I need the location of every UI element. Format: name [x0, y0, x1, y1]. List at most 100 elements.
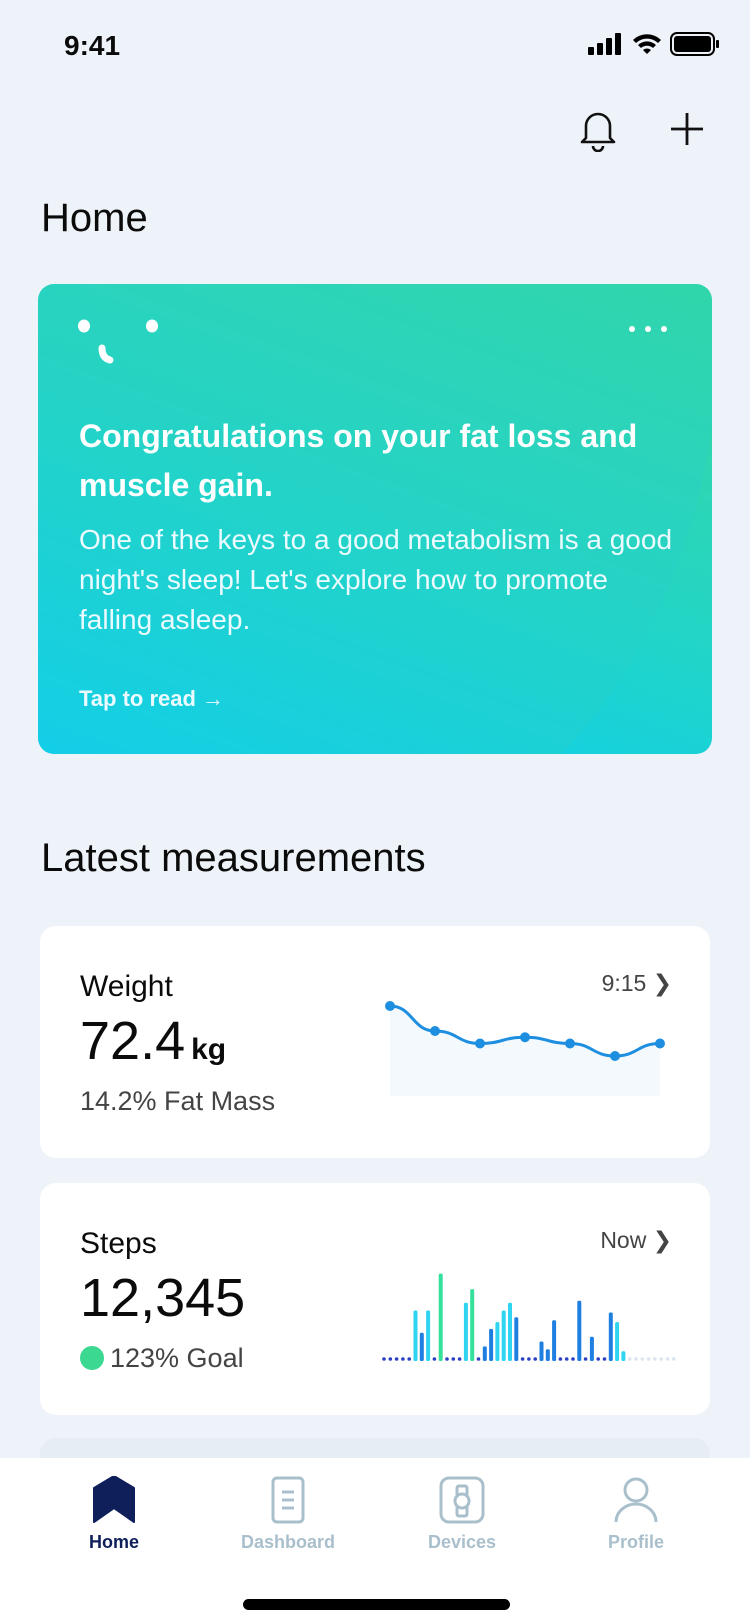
steps-time-text: Now — [600, 1227, 647, 1253]
steps-idle-dot — [527, 1357, 531, 1361]
steps-bar — [419, 1332, 424, 1361]
weight-point — [385, 1001, 395, 1011]
steps-bar — [501, 1310, 506, 1361]
steps-idle-dot — [407, 1357, 411, 1361]
steps-chart — [382, 1273, 676, 1361]
steps-bar — [413, 1310, 418, 1361]
section-title: Latest measurements — [41, 836, 426, 880]
steps-bar — [589, 1336, 594, 1361]
hero-card[interactable]: Congratulations on your fat loss and mus… — [38, 284, 712, 754]
battery-icon — [670, 32, 719, 56]
tab-profile[interactable]: Profile — [561, 1476, 711, 1553]
steps-card[interactable]: Steps 12,345 123% Goal Now ❯ — [40, 1183, 710, 1415]
tab-home[interactable]: Home — [39, 1476, 189, 1553]
weight-time: 9:15 ❯ — [602, 970, 672, 997]
steps-idle-dot — [602, 1357, 607, 1361]
home-indicator — [243, 1599, 510, 1610]
steps-future-dot — [659, 1357, 663, 1361]
steps-future-dot — [653, 1357, 657, 1361]
steps-bar — [489, 1328, 494, 1361]
wifi-icon — [633, 34, 661, 54]
steps-bar — [495, 1322, 500, 1361]
steps-time: Now ❯ — [600, 1227, 672, 1254]
weight-point — [655, 1038, 665, 1049]
steps-idle-dot — [401, 1357, 405, 1361]
signal-icon — [588, 33, 621, 55]
steps-idle-dot — [382, 1357, 386, 1361]
steps-idle-dot — [394, 1357, 399, 1361]
steps-idle-dot — [451, 1357, 456, 1361]
tap-to-read-link[interactable]: Tap to read → — [79, 686, 224, 712]
steps-goal: 123% Goal — [80, 1343, 244, 1374]
weight-label: Weight — [80, 970, 173, 1003]
steps-future-dot — [672, 1357, 676, 1361]
fat-mass: 14.2% Fat Mass — [80, 1086, 276, 1116]
plus-icon[interactable] — [668, 110, 706, 148]
steps-idle-dot — [583, 1357, 588, 1361]
tab-devices[interactable]: Devices — [387, 1476, 537, 1553]
weight-number: 72.4 — [80, 1011, 186, 1071]
tab-profile-label: Profile — [607, 1532, 664, 1552]
bell-icon[interactable] — [578, 106, 618, 152]
weight-point — [430, 1026, 440, 1036]
steps-idle-dot — [476, 1357, 481, 1361]
more-icon[interactable] — [628, 324, 668, 334]
steps-bar — [514, 1317, 519, 1361]
steps-bar — [615, 1322, 620, 1361]
weight-point — [520, 1032, 530, 1043]
steps-bar — [577, 1300, 582, 1361]
steps-idle-dot — [520, 1357, 525, 1361]
home-icon — [93, 1476, 135, 1523]
steps-bar — [438, 1273, 443, 1361]
chevron-right-icon: ❯ — [652, 970, 672, 996]
devices-watch-icon — [439, 1476, 485, 1524]
steps-bar — [621, 1351, 626, 1361]
tab-home-label: Home — [88, 1532, 139, 1552]
steps-bar — [545, 1349, 550, 1361]
weight-card[interactable]: Weight 72.4 kg 14.2% Fat Mass 9:15 ❯ — [40, 926, 710, 1158]
steps-future-dot — [634, 1357, 638, 1361]
tab-dashboard[interactable]: Dashboard — [213, 1476, 363, 1553]
steps-bar — [508, 1302, 512, 1361]
steps-future-dot — [640, 1357, 645, 1361]
tab-devices-label: Devices — [427, 1532, 497, 1552]
weight-unit: kg — [191, 1033, 227, 1066]
chevron-right-icon: ❯ — [652, 1227, 672, 1253]
weight-value: 72.4 kg — [80, 1010, 226, 1072]
weight-point — [475, 1038, 485, 1049]
weight-trend-area — [390, 1006, 660, 1096]
steps-bar — [552, 1320, 557, 1361]
weight-time-text: 9:15 — [601, 970, 647, 996]
steps-bar — [482, 1346, 487, 1361]
steps-goal-text: 123% Goal — [110, 1343, 244, 1373]
profile-icon — [614, 1477, 658, 1523]
page-title: Home — [41, 196, 148, 240]
steps-idle-dot — [558, 1357, 563, 1361]
dashboard-icon — [271, 1476, 305, 1524]
status-icons — [588, 32, 720, 56]
steps-idle-dot — [432, 1357, 437, 1361]
weight-trend-chart — [385, 1001, 665, 1096]
goal-dot-icon — [80, 1346, 104, 1370]
tab-dashboard-label: Dashboard — [240, 1532, 336, 1552]
steps-value: 12,345 — [80, 1268, 246, 1328]
steps-future-dot — [665, 1357, 670, 1361]
steps-label: Steps — [80, 1227, 157, 1260]
steps-future-dot — [646, 1357, 651, 1361]
steps-idle-dot — [445, 1357, 449, 1361]
steps-bar — [539, 1341, 544, 1361]
status-time: 9:41 — [64, 30, 121, 61]
steps-idle-dot — [457, 1357, 462, 1361]
steps-bar — [608, 1312, 613, 1361]
steps-bar — [470, 1289, 475, 1361]
steps-future-dot — [627, 1357, 632, 1361]
steps-idle-dot — [571, 1357, 575, 1361]
steps-bar — [426, 1310, 431, 1361]
steps-idle-dot — [533, 1357, 537, 1361]
weight-point — [565, 1038, 575, 1049]
hero-body: One of the keys to a good metabolism is … — [79, 524, 673, 635]
steps-idle-dot — [564, 1357, 569, 1361]
weight-point — [610, 1051, 620, 1061]
smiley-logo-icon — [78, 319, 158, 364]
steps-idle-dot — [388, 1357, 393, 1361]
